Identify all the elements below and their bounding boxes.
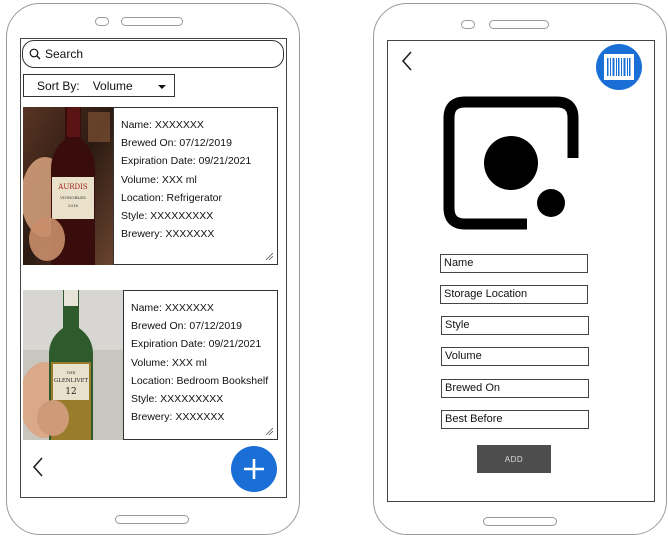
barcode-icon <box>604 54 634 80</box>
item-name: Name: XXXXXXX <box>121 119 204 131</box>
item-brewery: Brewery: XXXXXXX <box>131 411 225 424</box>
item-details-1[interactable]: Name: XXXXXXX Brewed On: 07/12/2019 Expi… <box>113 107 278 265</box>
sort-label: Sort By: <box>37 78 80 93</box>
svg-text:GLENLIVET: GLENLIVET <box>54 378 89 384</box>
add-button[interactable]: ADD <box>477 445 551 473</box>
wine-bottle-photo: AURDIS VIGNOBLES 2016 <box>23 107 114 265</box>
name-field-placeholder: Name <box>444 257 474 269</box>
add-item-button[interactable] <box>231 446 277 492</box>
item-brewed-on: Brewed On: 07/12/2019 <box>121 137 232 150</box>
item-volume: Volume: XXX ml <box>121 173 197 186</box>
plus-icon <box>244 459 264 479</box>
search-input[interactable]: Search <box>22 40 284 68</box>
svg-text:VIGNOBLES: VIGNOBLES <box>59 195 86 200</box>
name-field[interactable]: Name <box>440 254 588 273</box>
chevron-left-icon[interactable] <box>32 457 44 477</box>
right-front-camera <box>461 20 475 29</box>
item-brewery: Brewery: XXXXXXX <box>121 228 215 241</box>
left-home-bar <box>115 515 189 524</box>
volume-field-placeholder: Volume <box>445 350 482 362</box>
style-field-placeholder: Style <box>445 319 470 331</box>
svg-text:AURDIS: AURDIS <box>57 183 88 191</box>
right-speaker <box>489 20 549 29</box>
item-expiration: Expiration Date: 09/21/2021 <box>121 155 252 168</box>
chevron-left-icon[interactable] <box>401 51 413 71</box>
brewed-on-field[interactable]: Brewed On <box>441 379 589 398</box>
item-volume: Volume: XXX ml <box>131 356 207 369</box>
svg-text:12: 12 <box>65 387 76 397</box>
camera-capture-icon[interactable] <box>443 96 579 230</box>
resize-grip-icon[interactable] <box>265 252 273 260</box>
best-before-field[interactable]: Best Before <box>441 410 589 429</box>
search-placeholder: Search <box>45 47 84 61</box>
item-location: Location: Bedroom Bookshelf <box>131 374 269 387</box>
item-name: Name: XXXXXXX <box>131 302 214 314</box>
sort-dropdown[interactable]: Sort By: Volume <box>23 74 175 97</box>
item-style: Style: XXXXXXXXX <box>121 210 214 223</box>
search-icon <box>29 48 41 60</box>
best-before-field-placeholder: Best Before <box>445 413 503 425</box>
scan-barcode-button[interactable] <box>596 44 642 90</box>
storage-location-field[interactable]: Storage Location <box>440 285 588 304</box>
svg-text:2016: 2016 <box>68 203 79 208</box>
item-expiration: Expiration Date: 09/21/2021 <box>131 338 262 351</box>
item-style: Style: XXXXXXXXX <box>131 393 224 406</box>
right-home-bar <box>483 517 557 526</box>
brewed-on-field-placeholder: Brewed On <box>445 382 501 394</box>
style-field[interactable]: Style <box>441 316 589 335</box>
volume-field[interactable]: Volume <box>441 347 589 366</box>
whisky-bottle-photo: THE GLENLIVET 12 <box>23 290 124 440</box>
storage-location-field-placeholder: Storage Location <box>444 288 528 300</box>
add-button-label: ADD <box>504 454 524 464</box>
resize-grip-icon[interactable] <box>265 427 273 435</box>
item-brewed-on: Brewed On: 07/12/2019 <box>131 320 242 333</box>
left-speaker <box>121 17 183 26</box>
item-details-2[interactable]: Name: XXXXXXX Brewed On: 07/12/2019 Expi… <box>123 290 278 440</box>
sort-value: Volume <box>92 78 133 93</box>
item-location: Location: Refrigerator <box>121 191 222 204</box>
svg-text:THE: THE <box>66 370 75 375</box>
left-front-camera <box>95 17 109 26</box>
chevron-down-icon <box>158 85 166 89</box>
